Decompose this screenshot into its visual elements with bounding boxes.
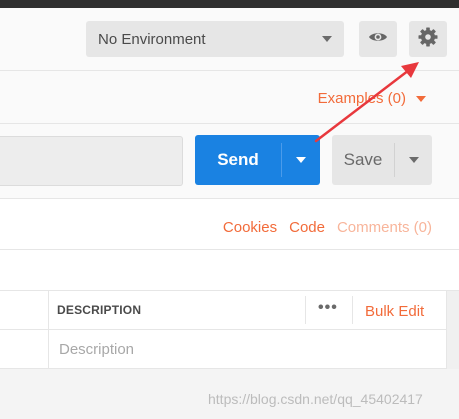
chevron-down-icon xyxy=(416,95,426,102)
request-links-row: Cookies Code Comments (0) xyxy=(0,199,459,250)
column-divider xyxy=(305,296,306,324)
more-options-icon[interactable]: ••• xyxy=(318,299,338,317)
environment-dropdown[interactable]: No Environment xyxy=(86,21,344,57)
column-divider xyxy=(48,291,49,329)
table-row: Description xyxy=(0,330,446,369)
environment-dropdown-label: No Environment xyxy=(98,30,206,48)
window-top-bar xyxy=(0,0,459,8)
vertical-scrollbar[interactable] xyxy=(446,291,459,369)
cookies-link[interactable]: Cookies xyxy=(223,219,277,236)
bulk-edit-link[interactable]: Bulk Edit xyxy=(365,303,424,320)
examples-label: Examples (0) xyxy=(317,90,406,107)
environment-quick-look-button[interactable] xyxy=(359,21,397,57)
send-button-group: Send xyxy=(195,135,320,185)
chevron-down-icon xyxy=(296,157,306,163)
params-table-header: DESCRIPTION ••• Bulk Edit xyxy=(0,291,446,330)
save-button-group: Save xyxy=(332,135,432,185)
chevron-down-icon xyxy=(322,36,332,42)
watermark: https://blog.csdn.net/qq_45402417 xyxy=(208,391,423,407)
eye-icon xyxy=(368,30,388,49)
request-url-row: Send Save xyxy=(0,124,459,199)
save-options-button[interactable] xyxy=(395,135,432,185)
examples-dropdown[interactable]: Examples (0) xyxy=(318,90,426,107)
description-input[interactable]: Description xyxy=(59,341,134,358)
comments-link[interactable]: Comments (0) xyxy=(337,219,432,236)
save-button[interactable]: Save xyxy=(332,135,394,185)
code-link[interactable]: Code xyxy=(289,219,325,236)
request-links: Cookies Code Comments (0) xyxy=(223,219,432,236)
tabs-row xyxy=(0,250,459,291)
column-divider xyxy=(48,330,49,368)
chevron-down-icon xyxy=(408,157,419,163)
gear-icon xyxy=(418,27,438,52)
manage-environments-button[interactable] xyxy=(409,21,447,57)
description-column-header: DESCRIPTION xyxy=(57,303,142,317)
send-button[interactable]: Send xyxy=(195,135,281,185)
column-divider xyxy=(352,296,353,324)
environment-header: No Environment xyxy=(0,8,459,71)
url-input[interactable] xyxy=(0,136,183,186)
send-options-button[interactable] xyxy=(282,135,320,185)
examples-row: Examples (0) xyxy=(0,71,459,124)
